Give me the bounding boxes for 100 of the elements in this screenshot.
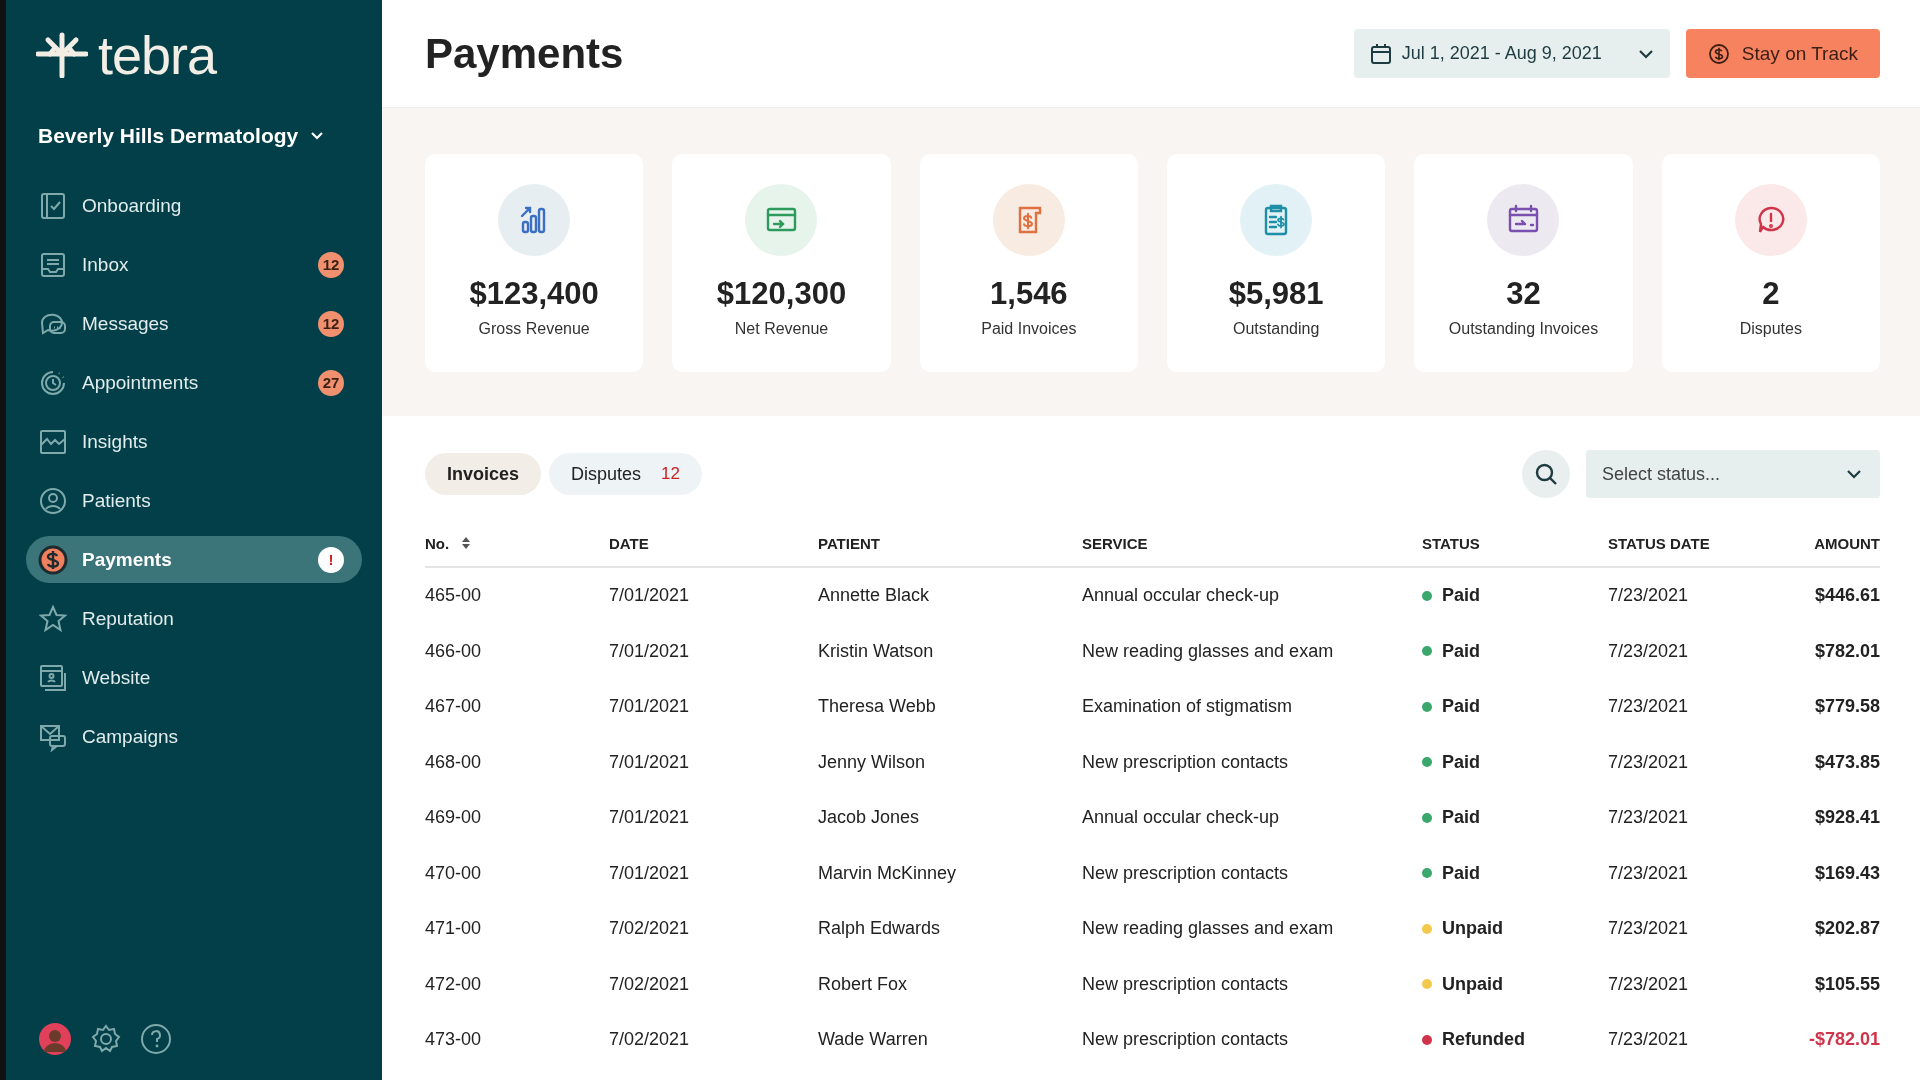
table-cell-text: Jacob Jones: [818, 807, 921, 829]
nav-label: Appointments: [82, 371, 200, 394]
status-label: Paid: [1442, 585, 1480, 607]
status-label: Paid: [1442, 862, 1480, 884]
search-icon: [1534, 462, 1558, 486]
nav-item[interactable]: Payments !: [26, 536, 362, 583]
table-cell-text: 7/02/2021: [609, 973, 691, 995]
column-header[interactable]: No.: [425, 534, 450, 552]
stat-value: 1,546: [990, 276, 1068, 312]
nav-label: Payments: [82, 548, 173, 571]
status-label: Paid: [1442, 751, 1480, 773]
amount-cell: $779.58: [1814, 696, 1880, 718]
nav-label: Insights: [82, 430, 149, 453]
table-cell-text: 7/01/2021: [609, 640, 691, 662]
amount-cell: $169.43: [1814, 862, 1880, 884]
amount-cell: $928.41: [1814, 807, 1880, 829]
table-cell-text: 7/23/2021: [1608, 1029, 1690, 1051]
stat-label: Net Revenue: [734, 320, 829, 338]
status-label: Unpaid: [1442, 918, 1503, 940]
stat-value: $120,300: [716, 276, 847, 312]
table-cell-text: Annual occular check-up: [1082, 807, 1281, 829]
table-cell-text: Wade Warren: [818, 1029, 929, 1051]
table-cell-text: 467-00: [425, 696, 483, 718]
nav-label: Inbox: [82, 253, 130, 276]
table-cell-text: Annette Black: [818, 585, 931, 607]
table-cell-text: 7/01/2021: [609, 696, 691, 718]
status-label: Unpaid: [1442, 973, 1503, 995]
sort-icon[interactable]: [461, 536, 472, 550]
table-cell-text: 469-00: [425, 807, 483, 829]
stat-label: Outstanding: [1233, 320, 1320, 338]
stat-value: $5,981: [1228, 276, 1324, 312]
nav-label: Website: [82, 666, 152, 689]
nav-item[interactable]: Insights: [26, 418, 362, 465]
table-cell-text: 470-00: [425, 862, 483, 884]
alert-icon: [1734, 184, 1807, 256]
date-range-picker[interactable]: Jul 1, 2021 - Aug 9, 2021: [1353, 29, 1670, 78]
table-cell-text: Robert Fox: [818, 973, 909, 995]
chevron-down-icon: [310, 131, 325, 141]
table-cell-text: New prescription contacts: [1082, 1029, 1290, 1051]
table-cell-text: 7/02/2021: [609, 1029, 691, 1051]
amount-cell: $446.61: [1814, 585, 1880, 607]
table-cell-text: New prescription contacts: [1082, 862, 1290, 884]
count-badge: 27: [318, 369, 344, 396]
search-button[interactable]: [1522, 450, 1570, 498]
stat-label: Disputes: [1739, 320, 1802, 338]
table-cell-text: Ralph Edwards: [818, 918, 942, 940]
nav-item[interactable]: Appointments 27: [26, 359, 362, 406]
table-cell-text: 7/23/2021: [1608, 807, 1690, 829]
status-select[interactable]: Select status...: [1586, 450, 1880, 498]
user-icon: [38, 485, 68, 516]
nav-item[interactable]: Patients: [26, 477, 362, 524]
table-cell-text: Kristin Watson: [818, 640, 935, 662]
table-cell-text: 468-00: [425, 751, 483, 773]
table-cell-text: 7/01/2021: [609, 585, 691, 607]
nav-item[interactable]: Website: [26, 654, 362, 701]
nav-item[interactable]: Inbox 12: [26, 241, 362, 288]
table-cell-text: 473-00: [425, 1029, 483, 1051]
table-cell-text: 466-00: [425, 640, 483, 662]
table-cell-text: 472-00: [425, 973, 483, 995]
table-cell-text: New prescription contacts: [1082, 973, 1290, 995]
page-title: Payments: [425, 29, 624, 78]
column-header: PATIENT: [818, 534, 880, 552]
tab[interactable]: Invoices: [425, 453, 542, 495]
table-cell-text: Jenny Wilson: [818, 751, 927, 773]
nav-item[interactable]: Reputation: [26, 595, 362, 642]
calendar-icon: [1369, 42, 1392, 65]
stay-on-track-button[interactable]: Stay on Track: [1685, 29, 1880, 78]
status-label: Paid: [1442, 640, 1480, 662]
calendar-card-icon: [1487, 184, 1560, 256]
status-label: Refunded: [1442, 1029, 1525, 1051]
card-icon: [745, 184, 818, 256]
practice-selector[interactable]: Beverly Hills Dermatology: [26, 124, 325, 148]
table-cell-text: New prescription contacts: [1082, 751, 1290, 773]
stat-value: 2: [1762, 276, 1780, 312]
count-badge: 12: [318, 251, 344, 278]
table-cell-text: New reading glasses and exam: [1082, 640, 1335, 662]
clipboard-icon: [1240, 184, 1313, 256]
table-cell-text: 7/02/2021: [609, 918, 691, 940]
dollar-icon: [38, 544, 68, 575]
table-cell-text: Examination of stigmatism: [1082, 696, 1294, 718]
avatar-icon[interactable]: [38, 1022, 72, 1056]
column-header: DATE: [609, 534, 649, 552]
nav-label: Onboarding: [82, 194, 183, 217]
help-icon[interactable]: [140, 1023, 172, 1055]
table-cell-text: New reading glasses and exam: [1082, 918, 1335, 940]
amount-cell: $473.85: [1814, 751, 1880, 773]
nav-label: Campaigns: [82, 725, 180, 748]
tab[interactable]: Disputes 12: [549, 453, 702, 495]
nav-item[interactable]: Messages 12: [26, 300, 362, 347]
table-cell-text: 471-00: [425, 918, 483, 940]
table-cell-text: 7/01/2021: [609, 862, 691, 884]
amount-cell: $105.55: [1814, 973, 1880, 995]
receipt-icon: [992, 184, 1065, 256]
nav-item[interactable]: Onboarding: [26, 182, 362, 229]
settings-icon[interactable]: [90, 1023, 122, 1055]
table-cell-text: 7/01/2021: [609, 751, 691, 773]
stat-label: Paid Invoices: [981, 320, 1077, 338]
dollar-icon: [1707, 42, 1730, 65]
column-header: SERVICE: [1082, 534, 1148, 552]
nav-item[interactable]: Campaigns: [26, 713, 362, 760]
